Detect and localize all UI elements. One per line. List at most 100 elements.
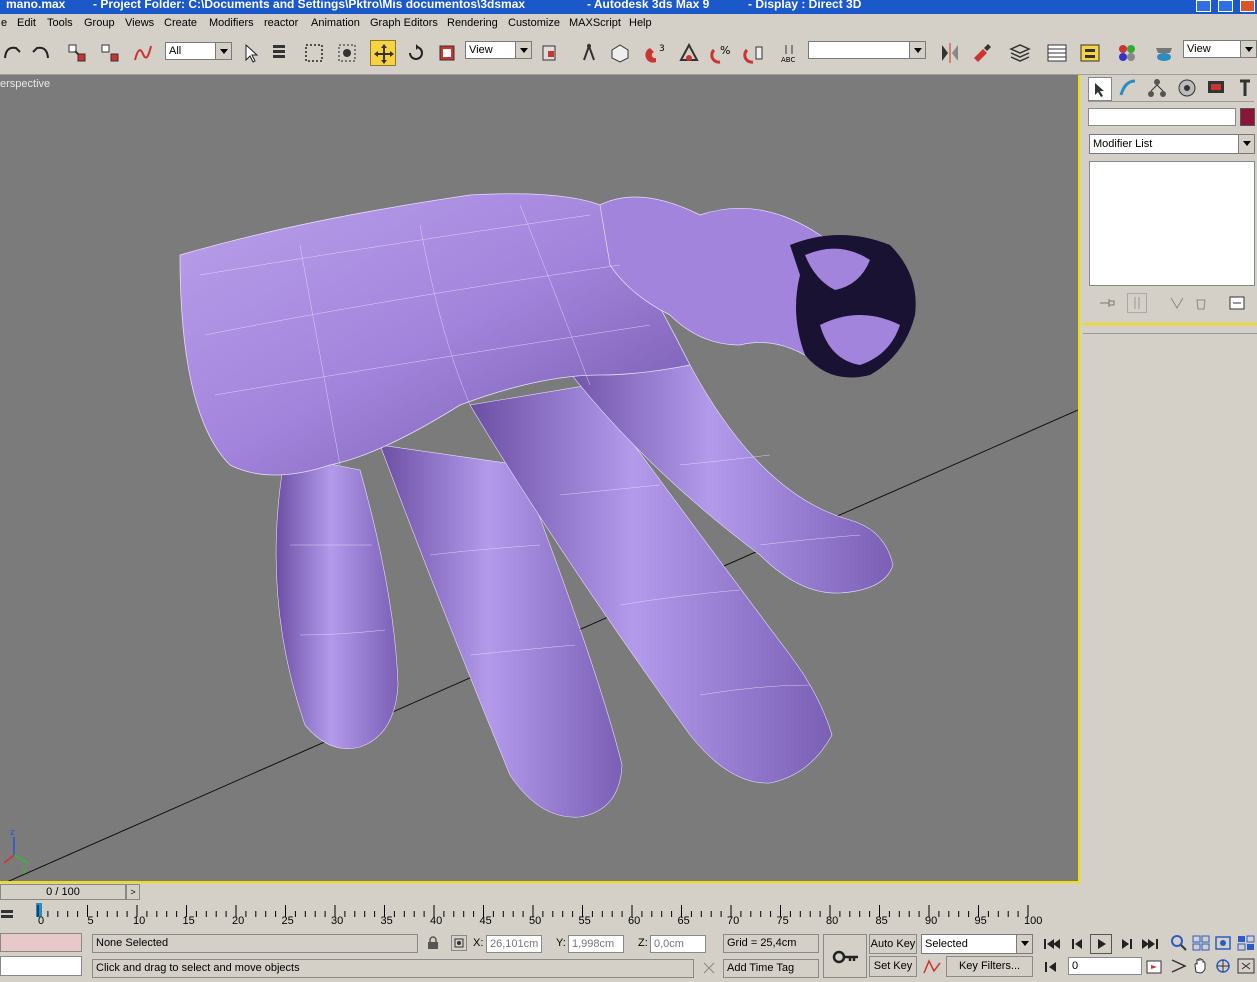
align-icon[interactable] (969, 40, 995, 66)
maxscript-listener-mini[interactable] (0, 933, 82, 952)
render-type-dropdown[interactable]: View (1183, 40, 1257, 58)
select-and-scale-icon[interactable] (434, 40, 460, 66)
pivot-center-icon[interactable] (537, 40, 563, 66)
menu-customize[interactable]: Customize (508, 17, 560, 29)
add-time-tag-button[interactable]: Add Time Tag (723, 959, 819, 978)
select-object-icon[interactable] (238, 40, 264, 66)
percent-snap-icon[interactable]: % (709, 40, 735, 66)
go-to-start-icon[interactable] (1040, 934, 1064, 954)
play-animation-icon[interactable] (1090, 934, 1112, 954)
lock-selection-icon[interactable] (426, 936, 440, 950)
key-mode-dropdown[interactable]: Selected (921, 934, 1033, 954)
material-editor-icon[interactable] (1114, 40, 1140, 66)
next-frame-icon[interactable] (1114, 934, 1138, 954)
time-configuration-icon[interactable] (1144, 957, 1164, 977)
keyboard-shortcut-override-icon[interactable] (607, 40, 633, 66)
menu-maxscript[interactable]: MAXScript (569, 17, 621, 29)
minimize-button[interactable] (1196, 0, 1211, 12)
render-scene-icon[interactable] (1151, 40, 1177, 66)
make-unique-icon[interactable] (1167, 293, 1187, 313)
zoom-extents-icon[interactable] (1212, 933, 1234, 953)
configure-modifier-sets-icon[interactable] (1227, 293, 1247, 313)
utilities-tab-icon[interactable] (1234, 77, 1257, 101)
redo-icon[interactable] (27, 40, 53, 66)
display-tab-icon[interactable] (1205, 77, 1229, 101)
auto-key-button[interactable]: Auto Key (869, 934, 917, 954)
menu-edit[interactable]: Edit (17, 17, 36, 29)
named-selection-sets-dropdown[interactable] (808, 41, 926, 59)
pin-stack-icon[interactable] (1097, 293, 1117, 313)
pan-hand-icon[interactable] (1190, 956, 1212, 976)
default-in-out-tangent-icon[interactable] (921, 957, 943, 977)
previous-frame-icon[interactable] (1066, 934, 1090, 954)
modify-tab-icon[interactable] (1117, 77, 1141, 101)
remove-modifier-icon[interactable] (1191, 293, 1211, 313)
menu-rendering[interactable]: Rendering (447, 17, 498, 29)
zoom-extents-all-icon[interactable] (1235, 933, 1257, 953)
set-key-button[interactable]: Set Key (869, 956, 917, 977)
reference-coordinate-dropdown[interactable]: View (465, 41, 532, 59)
curve-editor-icon[interactable] (1044, 40, 1070, 66)
x-coordinate-field[interactable]: 26,101cm (486, 935, 542, 953)
layer-manager-icon[interactable] (1007, 40, 1033, 66)
menu-create[interactable]: Create (164, 17, 197, 29)
trackbar-menu-icon[interactable] (0, 906, 14, 922)
menu-file[interactable]: e (1, 17, 7, 29)
menu-modifiers[interactable]: Modifiers (209, 17, 254, 29)
window-crossing-icon[interactable] (334, 40, 360, 66)
perspective-viewport[interactable]: erspective z y (0, 75, 1080, 883)
maximize-viewport-icon[interactable] (1235, 956, 1257, 976)
edit-named-selection-icon[interactable]: ABC (778, 40, 804, 66)
rectangular-selection-icon[interactable] (301, 40, 327, 66)
bind-space-warp-icon[interactable] (130, 40, 156, 66)
y-coordinate-field[interactable]: 1,998cm (568, 935, 624, 953)
next-frame-arrow-icon[interactable]: > (126, 884, 140, 900)
schematic-view-icon[interactable] (1077, 40, 1103, 66)
menu-group[interactable]: Group (84, 17, 115, 29)
selection-filter-dropdown[interactable]: All (165, 42, 232, 60)
snaps-toggle-icon[interactable]: 3 (643, 40, 669, 66)
hierarchy-tab-icon[interactable] (1146, 77, 1170, 101)
mirror-icon[interactable] (937, 40, 963, 66)
close-button[interactable] (1240, 0, 1255, 12)
link-icon[interactable] (64, 40, 90, 66)
menu-tools[interactable]: Tools (47, 17, 73, 29)
menu-graph-editors[interactable]: Graph Editors (370, 17, 438, 29)
menu-animation[interactable]: Animation (311, 17, 360, 29)
current-frame-field[interactable]: 0 (1068, 957, 1142, 975)
angle-snap-icon[interactable] (676, 40, 702, 66)
z-coordinate-field[interactable]: 0,0cm (650, 935, 706, 953)
field-of-view-icon[interactable] (1168, 956, 1190, 976)
menu-reactor[interactable]: reactor (264, 17, 298, 29)
key-mode-toggle-icon[interactable] (1040, 957, 1064, 977)
undo-icon[interactable] (0, 40, 26, 66)
zoom-icon[interactable] (1168, 933, 1190, 953)
time-slider-thumb[interactable]: 0 / 100 (0, 884, 126, 900)
menu-help[interactable]: Help (629, 17, 652, 29)
create-tab-icon[interactable] (1088, 77, 1112, 101)
arc-rotate-icon[interactable] (1212, 956, 1234, 976)
manipulate-icon[interactable] (576, 40, 602, 66)
go-to-end-icon[interactable] (1138, 934, 1162, 954)
select-and-rotate-icon[interactable] (403, 40, 429, 66)
time-tag-icon[interactable] (701, 960, 717, 976)
unlink-icon[interactable] (97, 40, 123, 66)
maximize-button[interactable] (1218, 0, 1233, 12)
select-by-name-icon[interactable] (268, 40, 294, 66)
trackbar[interactable]: 0 5 10 15 20 25 30 35 40 45 50 55 60 65 70 75 80 85 90 95 10… (0, 900, 1080, 930)
select-and-move-icon[interactable] (370, 40, 396, 66)
spinner-snap-icon[interactable] (742, 40, 768, 66)
zoom-all-icon[interactable] (1190, 933, 1212, 953)
set-key-big-button[interactable] (823, 934, 867, 978)
modifier-stack-list[interactable] (1089, 161, 1255, 286)
maxscript-input[interactable] (0, 956, 82, 976)
menu-views[interactable]: Views (125, 17, 154, 29)
motion-tab-icon[interactable] (1176, 77, 1200, 101)
object-name-field[interactable] (1088, 108, 1236, 126)
modifier-list-dropdown[interactable]: Modifier List (1089, 134, 1255, 154)
show-end-result-icon[interactable] (1127, 293, 1147, 313)
absolute-mode-icon[interactable] (451, 935, 467, 951)
time-slider[interactable]: 0 / 100 > (0, 884, 140, 900)
key-filters-button[interactable]: Key Filters... (946, 956, 1033, 977)
object-color-swatch[interactable] (1240, 108, 1255, 126)
